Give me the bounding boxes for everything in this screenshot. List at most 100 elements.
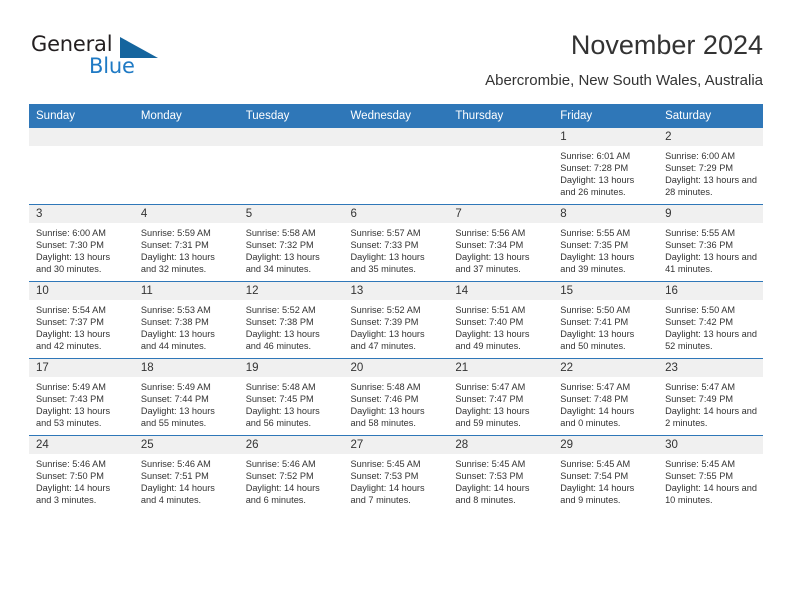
sunset-text: Sunset: 7:48 PM [560,394,629,405]
calendar-day-cell[interactable]: 11 Sunrise: 5:53 AM Sunset: 7:38 PM Dayligh… [133,281,239,359]
day-number: 25 [133,436,239,454]
calendar-day-cell[interactable]: 21 Sunrise: 5:47 AM Sunset: 7:47 PM Dayligh… [448,358,554,436]
daylight-text: Daylight: 14 hours and 10 minutes. [665,483,757,506]
daylight-text: Daylight: 13 hours and 41 minutes. [665,252,757,275]
sunset-text: Sunset: 7:35 PM [560,240,629,251]
day-cell-inner: 29 Sunrise: 5:45 AM Sunset: 7:54 PM Dayligh… [553,436,659,512]
calendar-day-cell[interactable]: 6 Sunrise: 5:57 AM Sunset: 7:33 PM Daylight… [343,204,449,282]
sunrise-text: Sunrise: 5:58 AM [245,228,316,238]
day-number: 1 [553,128,659,146]
day-number: 27 [343,436,449,454]
day-number [29,128,134,146]
calendar-day-cell[interactable]: 5 Sunrise: 5:58 AM Sunset: 7:32 PM Daylight… [238,204,344,282]
day-cell-inner: 26 Sunrise: 5:46 AM Sunset: 7:52 PM Dayligh… [238,436,344,512]
calendar-day-cell[interactable]: 17 Sunrise: 5:49 AM Sunset: 7:43 PM Dayligh… [29,358,134,436]
day-cell-inner: 3 Sunrise: 6:00 AM Sunset: 7:30 PM Daylight… [29,205,134,281]
sunrise-text: Sunrise: 5:49 AM [36,382,106,392]
sunset-text: Sunset: 7:39 PM [350,317,419,328]
day-cell-inner [238,128,344,204]
calendar-day-cell-empty [238,128,344,205]
day-number: 8 [553,205,659,223]
daylight-text: Daylight: 13 hours and 34 minutes. [245,252,320,275]
calendar-day-cell[interactable]: 22 Sunrise: 5:47 AM Sunset: 7:48 PM Dayligh… [553,358,659,436]
sunset-text: Sunset: 7:30 PM [36,240,104,251]
sunset-text: Sunset: 7:31 PM [140,240,209,251]
day-number: 29 [553,436,659,454]
sunset-text: Sunset: 7:43 PM [36,394,104,405]
day-details: Sunrise: 5:53 AM Sunset: 7:38 PM Daylight:… [134,300,239,352]
calendar-body: 1 Sunrise: 6:01 AM Sunset: 7:28 PM Daylight… [29,128,763,512]
sunset-text: Sunset: 7:50 PM [36,471,104,482]
weekday-header-sunday: Sunday [29,104,134,128]
calendar-day-cell[interactable]: 27 Sunrise: 5:45 AM Sunset: 7:53 PM Dayligh… [343,435,449,512]
calendar-day-cell[interactable]: 14 Sunrise: 5:51 AM Sunset: 7:40 PM Dayligh… [448,281,554,359]
calendar-day-cell[interactable]: 30 Sunrise: 5:45 AM Sunset: 7:55 PM Dayligh… [658,435,763,512]
weekday-header-monday: Monday [133,104,239,128]
sunrise-text: Sunrise: 5:47 AM [665,382,736,392]
calendar-day-cell[interactable]: 16 Sunrise: 5:50 AM Sunset: 7:42 PM Dayligh… [658,281,763,359]
calendar-day-cell[interactable]: 2 Sunrise: 6:00 AM Sunset: 7:29 PM Daylight… [658,128,763,205]
calendar-day-cell[interactable]: 28 Sunrise: 5:45 AM Sunset: 7:53 PM Dayligh… [448,435,554,512]
day-details: Sunrise: 5:46 AM Sunset: 7:52 PM Daylight:… [239,454,344,506]
daylight-text: Daylight: 14 hours and 7 minutes. [350,483,425,506]
sunrise-text: Sunrise: 5:54 AM [36,305,106,315]
calendar-week-row: 3 Sunrise: 6:00 AM Sunset: 7:30 PM Daylight… [29,204,763,282]
calendar-day-cell[interactable]: 29 Sunrise: 5:45 AM Sunset: 7:54 PM Dayligh… [553,435,659,512]
daylight-text: Daylight: 14 hours and 2 minutes. [665,406,757,429]
calendar-day-cell[interactable]: 23 Sunrise: 5:47 AM Sunset: 7:49 PM Dayligh… [658,358,763,436]
calendar-day-cell[interactable]: 25 Sunrise: 5:46 AM Sunset: 7:51 PM Dayligh… [133,435,239,512]
calendar-grid: Sunday Monday Tuesday Wednesday Thursday… [29,104,763,512]
calendar-day-cell[interactable]: 10 Sunrise: 5:54 AM Sunset: 7:37 PM Dayligh… [29,281,134,359]
day-cell-inner: 4 Sunrise: 5:59 AM Sunset: 7:31 PM Daylight… [133,205,239,281]
day-number: 12 [238,282,344,300]
sunrise-text: Sunrise: 5:45 AM [350,459,421,469]
sunset-text: Sunset: 7:37 PM [36,317,104,328]
calendar-day-cell[interactable]: 26 Sunrise: 5:46 AM Sunset: 7:52 PM Dayligh… [238,435,344,512]
day-details: Sunrise: 5:56 AM Sunset: 7:34 PM Daylight:… [448,223,553,275]
general-blue-logo[interactable]: General Blue [29,32,209,88]
sunset-text: Sunset: 7:52 PM [245,471,314,482]
calendar-day-cell[interactable]: 15 Sunrise: 5:50 AM Sunset: 7:41 PM Dayligh… [553,281,659,359]
daylight-text: Daylight: 13 hours and 46 minutes. [245,329,320,352]
calendar-day-cell[interactable]: 7 Sunrise: 5:56 AM Sunset: 7:34 PM Daylight… [448,204,554,282]
day-cell-inner: 10 Sunrise: 5:54 AM Sunset: 7:37 PM Dayligh… [29,282,134,358]
daylight-text: Daylight: 13 hours and 30 minutes. [36,252,111,275]
day-cell-inner: 9 Sunrise: 5:55 AM Sunset: 7:36 PM Daylight… [658,205,763,281]
day-details: Sunrise: 5:55 AM Sunset: 7:35 PM Daylight:… [553,223,658,275]
day-cell-inner: 18 Sunrise: 5:49 AM Sunset: 7:44 PM Dayligh… [133,359,239,435]
sunset-text: Sunset: 7:54 PM [560,471,629,482]
sunrise-text: Sunrise: 5:46 AM [245,459,316,469]
day-cell-inner: 16 Sunrise: 5:50 AM Sunset: 7:42 PM Dayligh… [658,282,763,358]
calendar-day-cell[interactable]: 13 Sunrise: 5:52 AM Sunset: 7:39 PM Dayligh… [343,281,449,359]
daylight-text: Daylight: 13 hours and 59 minutes. [455,406,530,429]
day-details: Sunrise: 5:45 AM Sunset: 7:53 PM Daylight:… [448,454,553,506]
day-details: Sunrise: 5:51 AM Sunset: 7:40 PM Daylight:… [448,300,553,352]
calendar-day-cell[interactable]: 12 Sunrise: 5:52 AM Sunset: 7:38 PM Dayligh… [238,281,344,359]
day-details: Sunrise: 5:46 AM Sunset: 7:51 PM Daylight:… [134,454,239,506]
day-cell-inner: 1 Sunrise: 6:01 AM Sunset: 7:28 PM Daylight… [553,128,659,204]
calendar-header-row: Sunday Monday Tuesday Wednesday Thursday… [29,104,763,128]
calendar-day-cell[interactable]: 20 Sunrise: 5:48 AM Sunset: 7:46 PM Dayligh… [343,358,449,436]
day-details: Sunrise: 5:47 AM Sunset: 7:47 PM Daylight:… [448,377,553,429]
weekday-header-thursday: Thursday [448,104,554,128]
daylight-text: Daylight: 14 hours and 9 minutes. [560,483,635,506]
calendar-day-cell[interactable]: 19 Sunrise: 5:48 AM Sunset: 7:45 PM Dayligh… [238,358,344,436]
daylight-text: Daylight: 13 hours and 28 minutes. [665,175,757,198]
calendar-day-cell[interactable]: 1 Sunrise: 6:01 AM Sunset: 7:28 PM Daylight… [553,128,659,205]
day-cell-inner: 2 Sunrise: 6:00 AM Sunset: 7:29 PM Daylight… [658,128,763,204]
calendar-day-cell[interactable]: 9 Sunrise: 5:55 AM Sunset: 7:36 PM Daylight… [658,204,763,282]
calendar-day-cell[interactable]: 18 Sunrise: 5:49 AM Sunset: 7:44 PM Dayligh… [133,358,239,436]
calendar-day-cell[interactable]: 24 Sunrise: 5:46 AM Sunset: 7:50 PM Dayligh… [29,435,134,512]
sunset-text: Sunset: 7:53 PM [350,471,419,482]
sunset-text: Sunset: 7:49 PM [665,394,733,405]
day-cell-inner: 14 Sunrise: 5:51 AM Sunset: 7:40 PM Dayligh… [448,282,554,358]
sunrise-text: Sunrise: 5:52 AM [350,305,421,315]
day-cell-inner: 12 Sunrise: 5:52 AM Sunset: 7:38 PM Dayligh… [238,282,344,358]
day-number: 4 [133,205,239,223]
day-number: 14 [448,282,554,300]
calendar-day-cell[interactable]: 8 Sunrise: 5:55 AM Sunset: 7:35 PM Daylight… [553,204,659,282]
day-number: 2 [658,128,763,146]
sunset-text: Sunset: 7:45 PM [245,394,314,405]
calendar-day-cell[interactable]: 3 Sunrise: 6:00 AM Sunset: 7:30 PM Daylight… [29,204,134,282]
calendar-day-cell[interactable]: 4 Sunrise: 5:59 AM Sunset: 7:31 PM Daylight… [133,204,239,282]
